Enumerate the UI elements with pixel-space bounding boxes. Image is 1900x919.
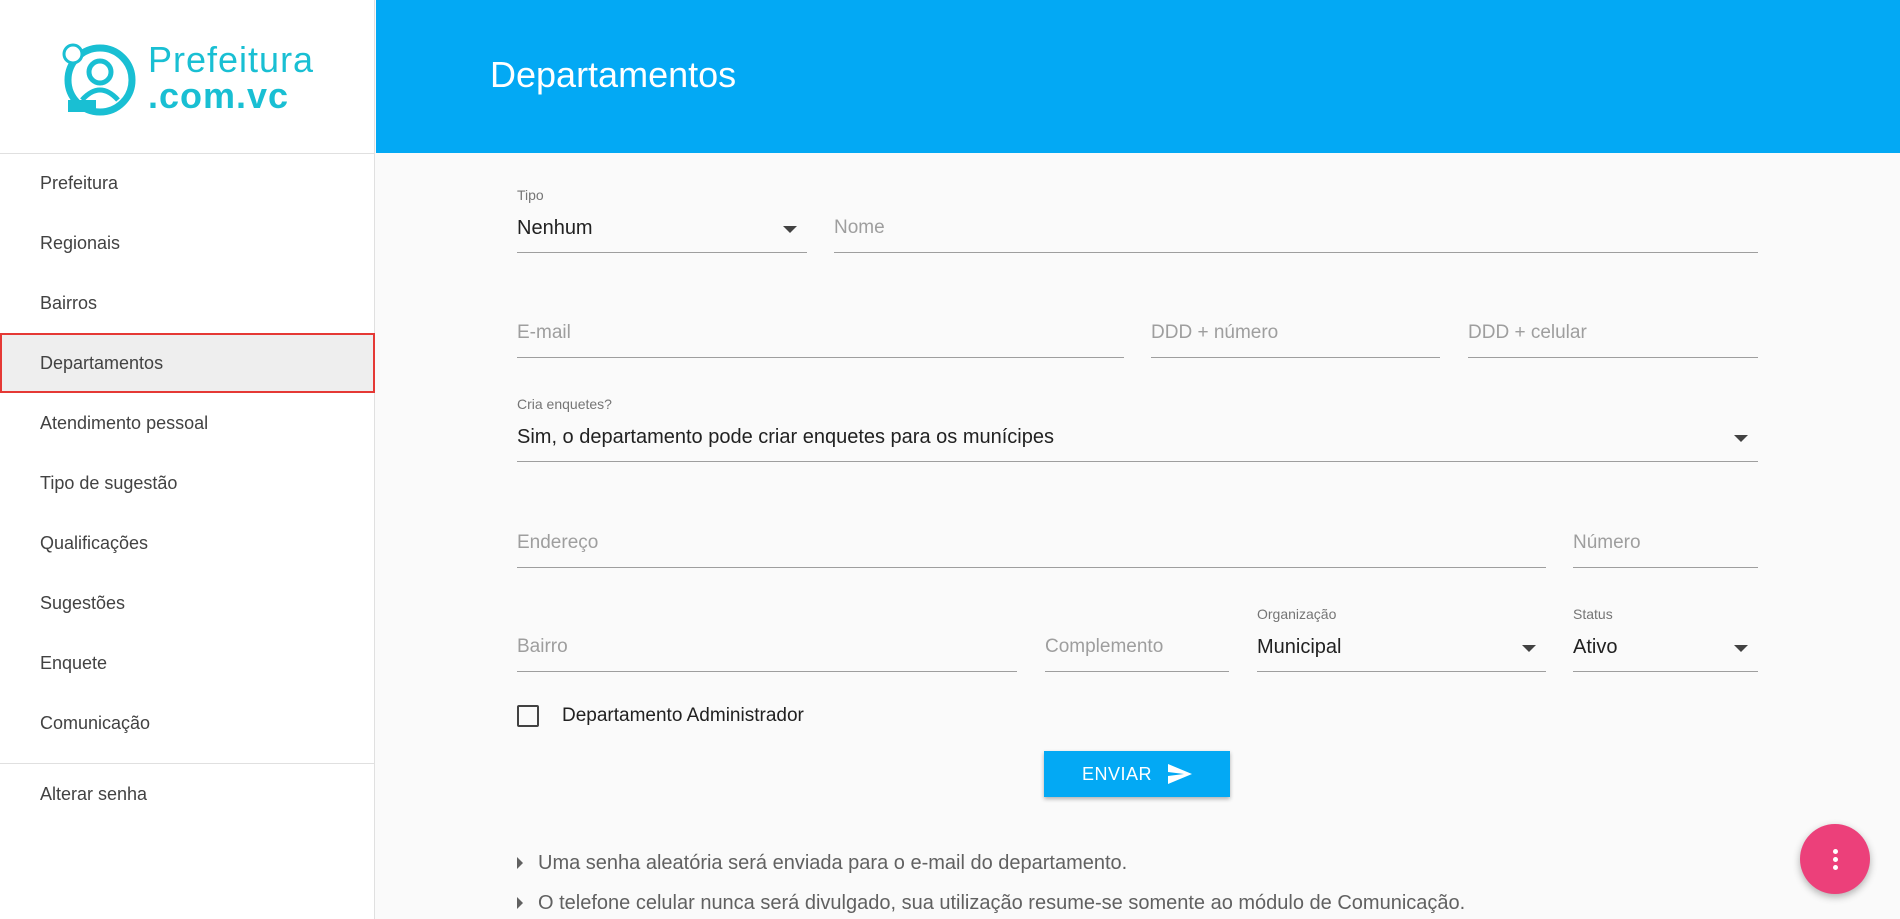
- status-value: Ativo: [1573, 636, 1618, 658]
- telefone-placeholder: DDD + número: [1151, 322, 1279, 343]
- tipo-select[interactable]: Tipo Nenhum: [517, 187, 807, 253]
- sidebar-item-bairros[interactable]: Bairros: [0, 273, 375, 333]
- admin-checkbox[interactable]: [517, 705, 539, 727]
- triangle-right-icon: [517, 897, 523, 909]
- celular-placeholder: DDD + celular: [1468, 322, 1587, 343]
- more-actions-button[interactable]: [1800, 824, 1870, 894]
- brand-name: Prefeitura .com.vc: [148, 42, 314, 114]
- endereco-placeholder: Endereço: [517, 532, 599, 553]
- more-vert-icon: [1832, 848, 1838, 854]
- info-notes: Uma senha aleatória será enviada para o …: [517, 843, 1465, 919]
- bairro-field[interactable]: Bairro: [517, 626, 1017, 672]
- send-icon: [1168, 764, 1193, 784]
- numero-placeholder: Número: [1573, 532, 1641, 553]
- page-title: Departamentos: [490, 54, 737, 95]
- department-form: Tipo Nenhum Nome E-mail DDD + número DDD…: [376, 153, 1900, 919]
- sidebar: Prefeitura .com.vc Prefeitura Regionais …: [0, 0, 375, 919]
- brand-name-line1: Prefeitura: [148, 39, 315, 80]
- nome-placeholder: Nome: [834, 217, 885, 238]
- sidebar-item-tipo-de-sugestao[interactable]: Tipo de sugestão: [0, 453, 375, 513]
- endereco-field[interactable]: Endereço: [517, 522, 1546, 568]
- status-label: Status: [1573, 606, 1613, 622]
- cria-enquetes-label: Cria enquetes?: [517, 396, 612, 412]
- email-placeholder: E-mail: [517, 322, 571, 343]
- submit-label: ENVIAR: [1081, 763, 1153, 784]
- brand-name-line2: .com.vc: [148, 75, 290, 116]
- note-text: O telefone celular nunca será divulgado,…: [538, 892, 1466, 914]
- organizacao-value: Municipal: [1257, 636, 1342, 658]
- complemento-field[interactable]: Complemento: [1045, 626, 1229, 672]
- telefone-field[interactable]: DDD + número: [1151, 312, 1440, 358]
- sidebar-item-alterar-senha[interactable]: Alterar senha: [0, 764, 375, 824]
- sidebar-item-regionais[interactable]: Regionais: [0, 213, 375, 273]
- brand-logo-icon: [60, 40, 136, 116]
- organizacao-label: Organização: [1257, 606, 1337, 622]
- sidebar-item-departamentos[interactable]: Departamentos: [0, 333, 375, 393]
- celular-field[interactable]: DDD + celular: [1468, 312, 1758, 358]
- more-vert-icon-dot: [1832, 864, 1838, 870]
- more-vert-icon-dot: [1832, 856, 1838, 862]
- status-select[interactable]: Status Ativo: [1573, 606, 1758, 672]
- chevron-down-icon: [783, 226, 797, 233]
- cria-enquetes-value: Sim, o departamento pode criar enquetes …: [517, 426, 1054, 448]
- chevron-down-icon: [1522, 645, 1536, 652]
- tipo-value: Nenhum: [517, 217, 593, 239]
- email-field[interactable]: E-mail: [517, 312, 1124, 358]
- organizacao-select[interactable]: Organização Municipal: [1257, 606, 1546, 672]
- submit-button[interactable]: ENVIAR: [1044, 751, 1230, 797]
- sidebar-item-comunicacao[interactable]: Comunicação: [0, 693, 375, 753]
- sidebar-nav: Prefeitura Regionais Bairros Departament…: [0, 153, 375, 753]
- sidebar-item-qualificacoes[interactable]: Qualificações: [0, 513, 375, 573]
- chevron-down-icon: [1734, 435, 1748, 442]
- tipo-label: Tipo: [517, 187, 544, 203]
- cria-enquetes-select[interactable]: Cria enquetes? Sim, o departamento pode …: [517, 396, 1758, 462]
- sidebar-item-prefeitura[interactable]: Prefeitura: [0, 153, 375, 213]
- brand-logo[interactable]: Prefeitura .com.vc: [60, 38, 320, 118]
- nome-field[interactable]: Nome: [834, 207, 1758, 253]
- note-item: O telefone celular nunca será divulgado,…: [517, 883, 1465, 919]
- admin-checkbox-label[interactable]: Departamento Administrador: [562, 705, 804, 727]
- chevron-down-icon: [1734, 645, 1748, 652]
- complemento-placeholder: Complemento: [1045, 636, 1164, 657]
- sidebar-bottom-nav: Alterar senha: [0, 764, 375, 824]
- numero-field[interactable]: Número: [1573, 522, 1758, 568]
- note-text: Uma senha aleatória será enviada para o …: [538, 852, 1128, 874]
- sidebar-item-atendimento-pessoal[interactable]: Atendimento pessoal: [0, 393, 375, 453]
- sidebar-item-enquete[interactable]: Enquete: [0, 633, 375, 693]
- sidebar-item-sugestoes[interactable]: Sugestões: [0, 573, 375, 633]
- bairro-placeholder: Bairro: [517, 636, 568, 657]
- triangle-right-icon: [517, 857, 523, 869]
- page-header: Departamentos: [376, 0, 1900, 153]
- note-item: Uma senha aleatória será enviada para o …: [517, 843, 1465, 883]
